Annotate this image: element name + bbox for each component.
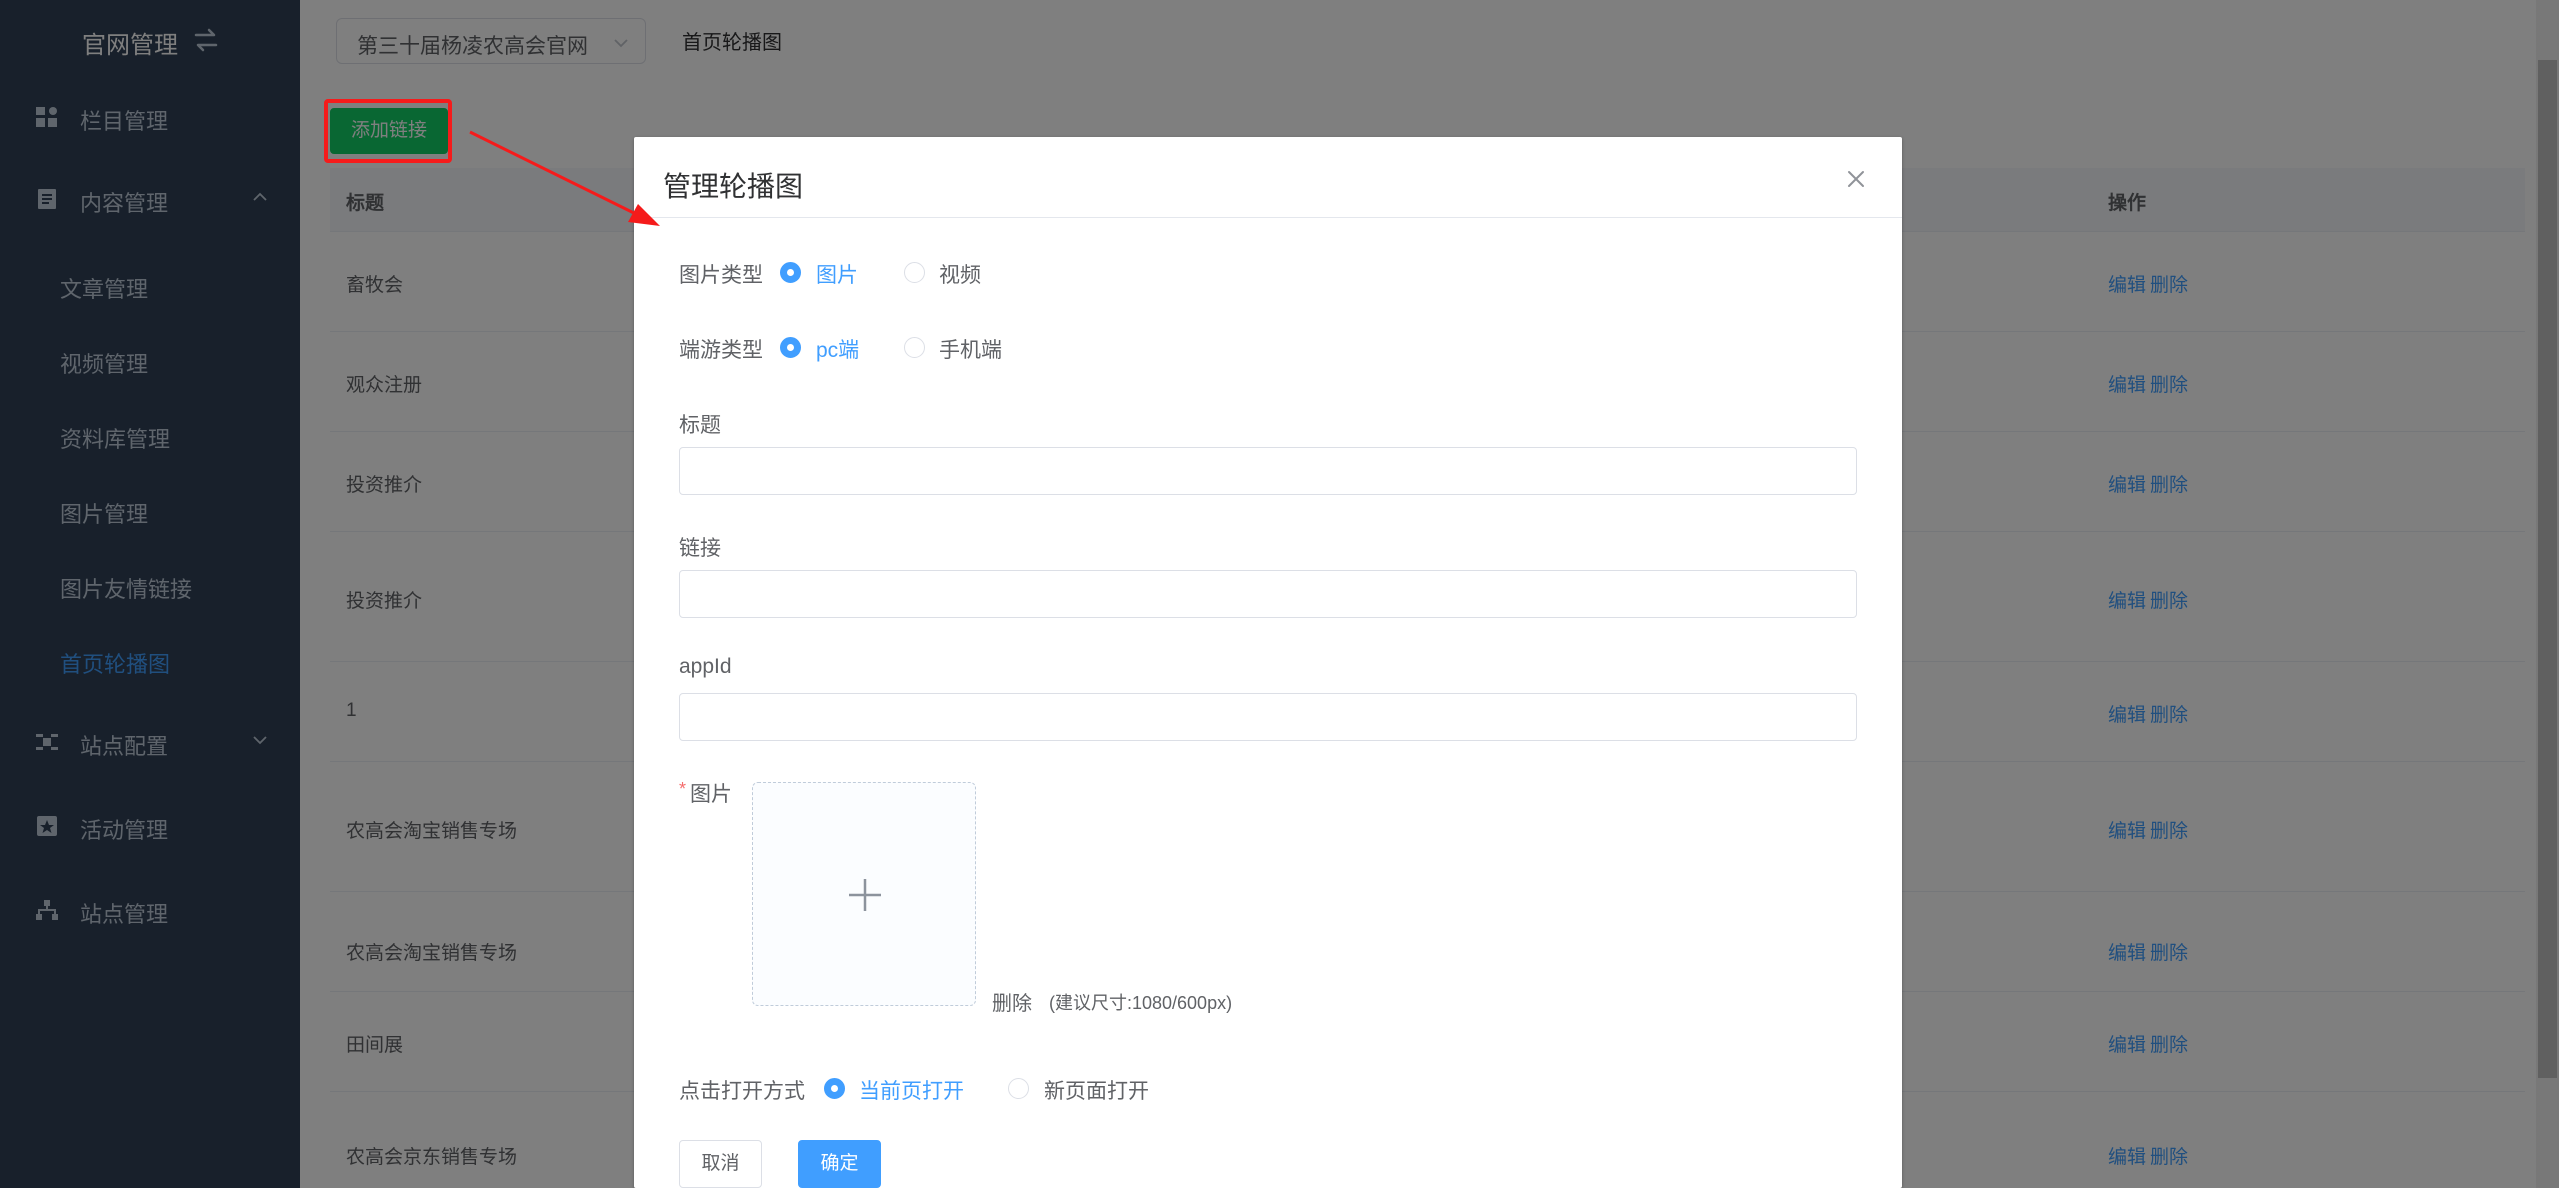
required-mark: * (679, 779, 687, 799)
carousel-dialog: 管理轮播图 图片类型 图片 视频 端游类型 pc端 手机端 标题 链接 appI… (634, 137, 1902, 1188)
radio-pc-label[interactable]: pc端 (816, 334, 859, 364)
plus-icon (849, 879, 881, 911)
radio-current-page-label[interactable]: 当前页打开 (859, 1075, 964, 1105)
image-delete-link[interactable]: 删除 (992, 987, 1032, 1016)
link-field-label: 链接 (679, 537, 721, 560)
radio-pc[interactable] (780, 337, 801, 358)
radio-video[interactable] (904, 262, 925, 283)
title-input[interactable] (679, 447, 1857, 495)
radio-current-page[interactable] (824, 1078, 845, 1099)
radio-mobile[interactable] (904, 337, 925, 358)
image-field-label: 图片 (690, 783, 732, 806)
image-size-hint: (建议尺寸:1080/600px) (1049, 993, 1233, 1013)
image-uploader[interactable] (752, 782, 976, 1006)
platform-type-label: 端游类型 (679, 339, 763, 362)
radio-new-page[interactable] (1008, 1078, 1029, 1099)
close-icon[interactable] (1845, 168, 1867, 190)
appid-input[interactable] (679, 693, 1857, 741)
cancel-button[interactable]: 取消 (679, 1140, 762, 1188)
image-type-label: 图片类型 (679, 264, 763, 287)
open-mode-label: 点击打开方式 (679, 1080, 805, 1103)
confirm-button[interactable]: 确定 (798, 1140, 881, 1188)
radio-image-label[interactable]: 图片 (816, 259, 858, 289)
link-input[interactable] (679, 570, 1857, 618)
title-field-label: 标题 (679, 414, 721, 437)
radio-image[interactable] (780, 262, 801, 283)
radio-video-label[interactable]: 视频 (939, 259, 981, 289)
radio-mobile-label[interactable]: 手机端 (939, 334, 1002, 364)
appid-field-label: appId (679, 655, 732, 678)
dialog-divider (634, 217, 1902, 218)
radio-new-page-label[interactable]: 新页面打开 (1044, 1075, 1149, 1105)
highlight-box (324, 99, 452, 163)
dialog-title: 管理轮播图 (663, 171, 804, 202)
